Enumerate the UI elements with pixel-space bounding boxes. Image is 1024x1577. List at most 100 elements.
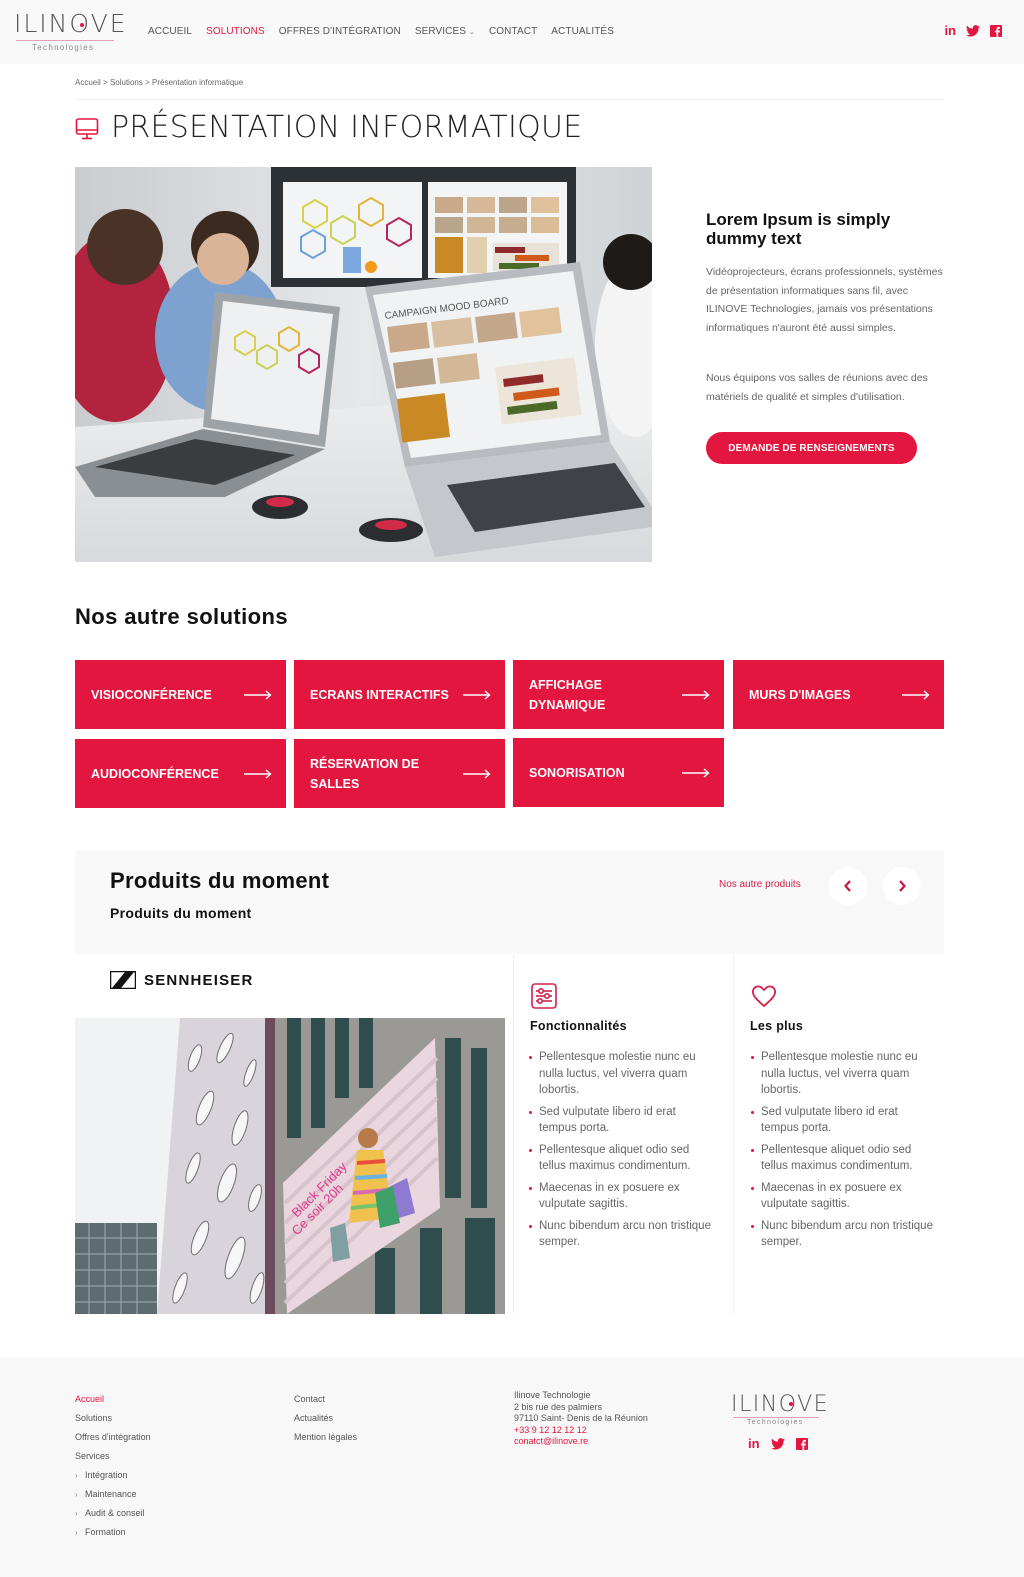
footer-link-contact[interactable]: Contact xyxy=(294,1390,357,1409)
features-list: Pellentesque molestie nunc eu nulla luct… xyxy=(528,1049,713,1256)
nav-item-services[interactable]: SERVICES ⌄ xyxy=(415,26,475,37)
footer-nav-main: Accueil Solutions Offres d'intégration S… xyxy=(75,1390,151,1542)
logo-dot xyxy=(789,1402,793,1406)
logo-tagline: Technologies xyxy=(32,43,95,52)
intro-paragraph: Vidéoprojecteurs, écrans professionnels,… xyxy=(706,266,943,334)
twitter-icon[interactable] xyxy=(770,1438,785,1450)
list-item: Nunc bibendum arcu non tristique semper. xyxy=(528,1218,713,1251)
social-links: in xyxy=(944,24,1002,38)
logo-wordmark: ILINOVE xyxy=(14,9,128,38)
footer-link-audit[interactable]: Audit & conseil xyxy=(75,1504,151,1523)
facebook-icon[interactable] xyxy=(795,1438,808,1450)
breadcrumb-separator: > xyxy=(103,78,108,87)
footer-link-actualites[interactable]: Actualités xyxy=(294,1409,357,1428)
footer-logo[interactable]: ILINOVE Technologies xyxy=(731,1391,828,1431)
arrow-right-icon xyxy=(902,689,930,700)
brand-logo[interactable]: ILINOVE Technologies xyxy=(14,10,126,54)
heart-icon xyxy=(751,985,777,1008)
list-item: Pellentesque molestie nunc eu nulla luct… xyxy=(750,1049,935,1099)
main-nav: ACCUEIL SOLUTIONS OFFRES D'INTÉGRATION S… xyxy=(148,26,614,37)
company-name: Ilinove Technologie xyxy=(514,1390,591,1400)
arrow-right-icon xyxy=(463,689,491,700)
solution-tile-ecrans-interactifs[interactable]: ECRANS INTERACTIFS xyxy=(294,660,505,729)
linkedin-icon[interactable]: in xyxy=(944,24,956,38)
arrow-right-icon xyxy=(244,768,272,779)
tile-label: AFFICHAGE DYNAMIQUE xyxy=(529,677,606,712)
nav-item-actualites[interactable]: ACTUALITÉS xyxy=(551,26,614,37)
product-image: Black Friday Ce soir 20h xyxy=(75,1018,505,1314)
nav-item-services-label: SERVICES xyxy=(414,26,467,37)
products-subtitle: Produits du moment xyxy=(110,905,252,921)
solution-tile-murs-images[interactable]: MURS D'IMAGES xyxy=(733,660,944,729)
more-products-link[interactable]: Nos autre produits xyxy=(719,879,801,890)
footer-address: Ilinove Technologie 2 bis rue des palmie… xyxy=(514,1390,648,1448)
footer-link-offres[interactable]: Offres d'intégration xyxy=(75,1428,151,1447)
breadcrumb: Accueil > Solutions > Présentation infor… xyxy=(75,78,243,87)
email-link[interactable]: conatct@ilinove.re xyxy=(514,1436,648,1448)
tile-label: SONORISATION xyxy=(529,765,625,780)
footer-link-mentions[interactable]: Mention légales xyxy=(294,1428,357,1447)
product-brand: SENNHEISER xyxy=(110,971,254,989)
logo-dot xyxy=(80,23,84,27)
logo-underline xyxy=(16,40,114,41)
monitor-icon xyxy=(75,117,99,141)
chevron-left-icon xyxy=(844,880,851,892)
intro-title: Lorem Ipsum is simply dummy text xyxy=(706,210,891,248)
solution-tile-audioconference[interactable]: AUDIOCONFÉRENCE xyxy=(75,739,286,808)
solution-tile-visioconference[interactable]: VISIOCONFÉRENCE xyxy=(75,660,286,729)
street-address: 2 bis rue des palmiers xyxy=(514,1401,603,1412)
tile-label: ECRANS INTERACTIFS xyxy=(310,687,449,702)
nav-item-solutions[interactable]: SOLUTIONS xyxy=(206,26,265,37)
product-card[interactable]: SENNHEISER Black Friday Ce soir 20h xyxy=(75,954,505,1314)
carousel-prev-button[interactable] xyxy=(829,867,867,905)
hero-image: CAMPAIGN MOOD BOARD xyxy=(75,167,652,562)
site-footer: Accueil Solutions Offres d'intégration S… xyxy=(0,1357,1024,1577)
breadcrumb-separator: > xyxy=(145,78,150,87)
logo-underline xyxy=(733,1417,819,1418)
tile-label: AUDIOCONFÉRENCE xyxy=(91,766,219,781)
footer-social-links: in xyxy=(748,1437,808,1451)
solution-tile-reservation-salles[interactable]: RÉSERVATION DE SALLES xyxy=(294,739,505,808)
footer-link-solutions[interactable]: Solutions xyxy=(75,1409,151,1428)
footer-link-maintenance[interactable]: Maintenance xyxy=(75,1485,151,1504)
twitter-icon[interactable] xyxy=(966,25,980,37)
arrow-right-icon xyxy=(682,767,710,778)
nav-item-contact[interactable]: CONTACT xyxy=(489,26,537,37)
nav-item-accueil[interactable]: ACCUEIL xyxy=(148,26,192,37)
features-title: Fonctionnalités xyxy=(530,1019,627,1033)
list-item: Pellentesque aliquet odio sed tellus max… xyxy=(750,1142,935,1175)
facebook-icon[interactable] xyxy=(990,25,1002,37)
sennheiser-logo-icon xyxy=(110,971,136,989)
list-item: Pellentesque aliquet odio sed tellus max… xyxy=(528,1142,713,1175)
breadcrumb-accueil[interactable]: Accueil xyxy=(75,78,101,87)
intro-paragraph: Nous équipons vos salles de réunions ave… xyxy=(706,372,928,403)
tile-label: MURS D'IMAGES xyxy=(749,687,851,702)
list-item: Sed vulputate libero id erat tempus port… xyxy=(528,1104,713,1137)
footer-link-formation[interactable]: Formation xyxy=(75,1523,151,1542)
list-item: Sed vulputate libero id erat tempus port… xyxy=(750,1104,935,1137)
tile-label: VISIOCONFÉRENCE xyxy=(91,687,212,702)
tile-label: RÉSERVATION DE SALLES xyxy=(310,756,420,791)
chevron-right-icon xyxy=(899,880,906,892)
list-item: Nunc bibendum arcu non tristique semper. xyxy=(750,1218,935,1251)
breadcrumb-solutions[interactable]: Solutions xyxy=(110,78,143,87)
request-info-button[interactable]: DEMANDE DE RENSEIGNEMENTS xyxy=(706,432,917,464)
footer-link-accueil[interactable]: Accueil xyxy=(75,1390,151,1409)
footer-link-integration[interactable]: Intégration xyxy=(75,1466,151,1485)
linkedin-icon[interactable]: in xyxy=(748,1437,760,1451)
solution-tile-affichage-dynamique[interactable]: AFFICHAGE DYNAMIQUE xyxy=(513,660,724,729)
arrow-right-icon xyxy=(244,689,272,700)
site-header: ILINOVE Technologies ACCUEIL SOLUTIONS O… xyxy=(0,0,1024,64)
footer-link-services[interactable]: Services xyxy=(75,1447,151,1466)
products-title: Produits du moment xyxy=(110,868,330,893)
nav-item-offres[interactable]: OFFRES D'INTÉGRATION xyxy=(279,26,401,37)
list-item: Maecenas in ex posuere ex vulputate sagi… xyxy=(528,1180,713,1213)
products-header: Produits du moment Produits du moment No… xyxy=(75,850,944,954)
pluses-title: Les plus xyxy=(750,1019,804,1033)
features-column: Fonctionnalités Pellentesque molestie nu… xyxy=(513,954,724,1314)
carousel-next-button[interactable] xyxy=(883,867,921,905)
solution-tile-sonorisation[interactable]: SONORISATION xyxy=(513,738,724,807)
solutions-section-title: Nos autre solutions xyxy=(75,604,288,629)
phone-link[interactable]: +33 9 12 12 12 12 xyxy=(514,1425,648,1437)
pluses-column: Les plus Pellentesque molestie nunc eu n… xyxy=(733,954,944,1314)
